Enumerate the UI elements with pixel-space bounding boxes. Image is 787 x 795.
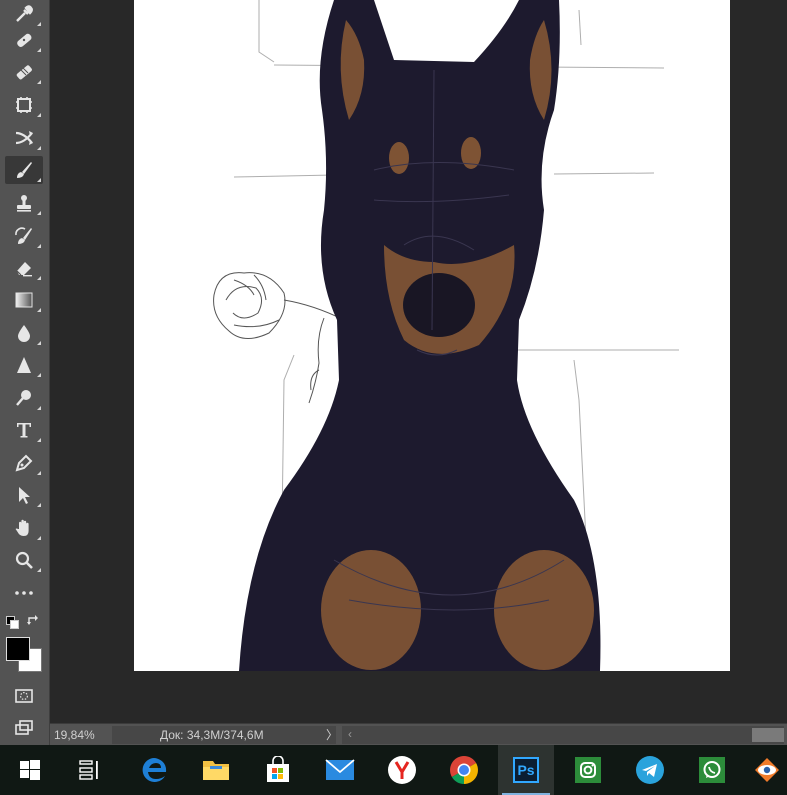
more-tools[interactable] — [5, 579, 43, 607]
yandex-browser-button[interactable] — [374, 745, 430, 795]
photoshop-button[interactable]: Ps — [498, 745, 554, 795]
bandage-icon — [17, 33, 32, 47]
document-canvas[interactable] — [134, 0, 730, 671]
canvas-workspace[interactable] — [50, 0, 787, 723]
eye-icon — [754, 758, 779, 782]
dodge-icon — [16, 390, 31, 406]
instagram-icon — [575, 757, 601, 783]
clone-stamp-tool[interactable] — [5, 189, 43, 217]
quick-mask-icon — [15, 689, 33, 703]
mail-icon — [325, 759, 355, 780]
triangle-icon — [17, 357, 31, 373]
magnifier-icon — [15, 551, 33, 569]
scrollbar-thumb[interactable] — [752, 728, 784, 742]
swap-colors-icon[interactable] — [27, 614, 41, 628]
telegram-icon — [636, 756, 664, 784]
frame-icon — [16, 97, 32, 113]
photoshop-icon: Ps — [513, 757, 539, 783]
spot-healing-tool[interactable] — [5, 26, 43, 54]
zoom-level[interactable]: 19,84% — [54, 727, 106, 743]
photoshop-label: Ps — [517, 762, 535, 778]
screen-mode-button[interactable] — [5, 714, 43, 742]
telegram-button[interactable] — [622, 745, 678, 795]
screen-mode-icon — [15, 720, 33, 735]
pen-tool[interactable] — [5, 449, 43, 477]
status-bar: 19,84% Док: 34,3M/374,6M 〉 ‹ — [50, 723, 787, 746]
whatsapp-icon — [699, 757, 725, 783]
pen-icon — [15, 454, 33, 472]
folder-icon — [203, 761, 229, 780]
eyedropper-tool[interactable] — [5, 0, 43, 28]
arrow-icon — [19, 487, 30, 504]
healing-brush-tool[interactable] — [5, 58, 43, 86]
edge-button[interactable] — [126, 745, 182, 795]
frame-tool[interactable] — [5, 91, 43, 119]
type-tool[interactable] — [5, 416, 43, 444]
brush-icon — [17, 162, 32, 178]
file-explorer-button[interactable] — [188, 745, 244, 795]
patch-icon — [16, 65, 32, 80]
cross-arrows-icon — [15, 131, 33, 145]
edge-icon — [142, 758, 167, 782]
chrome-icon — [450, 756, 478, 784]
chrome-button[interactable] — [436, 745, 492, 795]
stamp-icon — [17, 195, 31, 212]
zoom-tool[interactable] — [5, 546, 43, 574]
yandex-icon — [388, 756, 416, 784]
whatsapp-button[interactable] — [684, 745, 740, 795]
content-aware-move-tool[interactable] — [5, 124, 43, 152]
windows-icon — [20, 760, 40, 780]
eye-app-button[interactable] — [746, 745, 787, 795]
task-view-icon — [79, 760, 98, 780]
blur-tool[interactable] — [5, 319, 43, 347]
foreground-color-swatch[interactable] — [6, 637, 30, 661]
tools-panel — [0, 0, 50, 745]
mail-button[interactable] — [312, 745, 368, 795]
path-selection-tool[interactable] — [5, 481, 43, 509]
default-colors-icon[interactable] — [6, 616, 19, 629]
history-brush-icon — [15, 227, 32, 244]
store-icon — [267, 756, 289, 782]
windows-taskbar: Ps — [0, 745, 787, 795]
gradient-tool[interactable] — [5, 286, 43, 314]
store-button[interactable] — [250, 745, 306, 795]
history-brush-tool[interactable] — [5, 222, 43, 250]
eyedropper-icon — [16, 5, 33, 22]
ellipsis-icon — [15, 591, 33, 595]
brush-tool[interactable] — [5, 156, 43, 184]
document-info: Док: 34,3M/374,6M — [112, 726, 336, 744]
scroll-left-arrow[interactable]: ‹ — [348, 727, 352, 741]
eraser-icon — [16, 262, 32, 277]
start-button[interactable] — [2, 745, 58, 795]
status-menu-arrow[interactable]: 〉 — [326, 726, 338, 744]
sharpen-tool[interactable] — [5, 351, 43, 379]
instagram-button[interactable] — [560, 745, 616, 795]
task-view-button[interactable] — [62, 745, 118, 795]
horizontal-scrollbar[interactable]: ‹ — [342, 726, 784, 744]
drop-icon — [18, 325, 30, 342]
quick-mask-button[interactable] — [5, 682, 43, 710]
hand-tool[interactable] — [5, 514, 43, 542]
dodge-tool[interactable] — [5, 384, 43, 412]
gradient-icon — [15, 292, 33, 308]
doberman-drawing — [213, 0, 679, 671]
type-icon — [17, 423, 31, 438]
hand-icon — [15, 519, 29, 536]
eraser-tool[interactable] — [5, 254, 43, 282]
